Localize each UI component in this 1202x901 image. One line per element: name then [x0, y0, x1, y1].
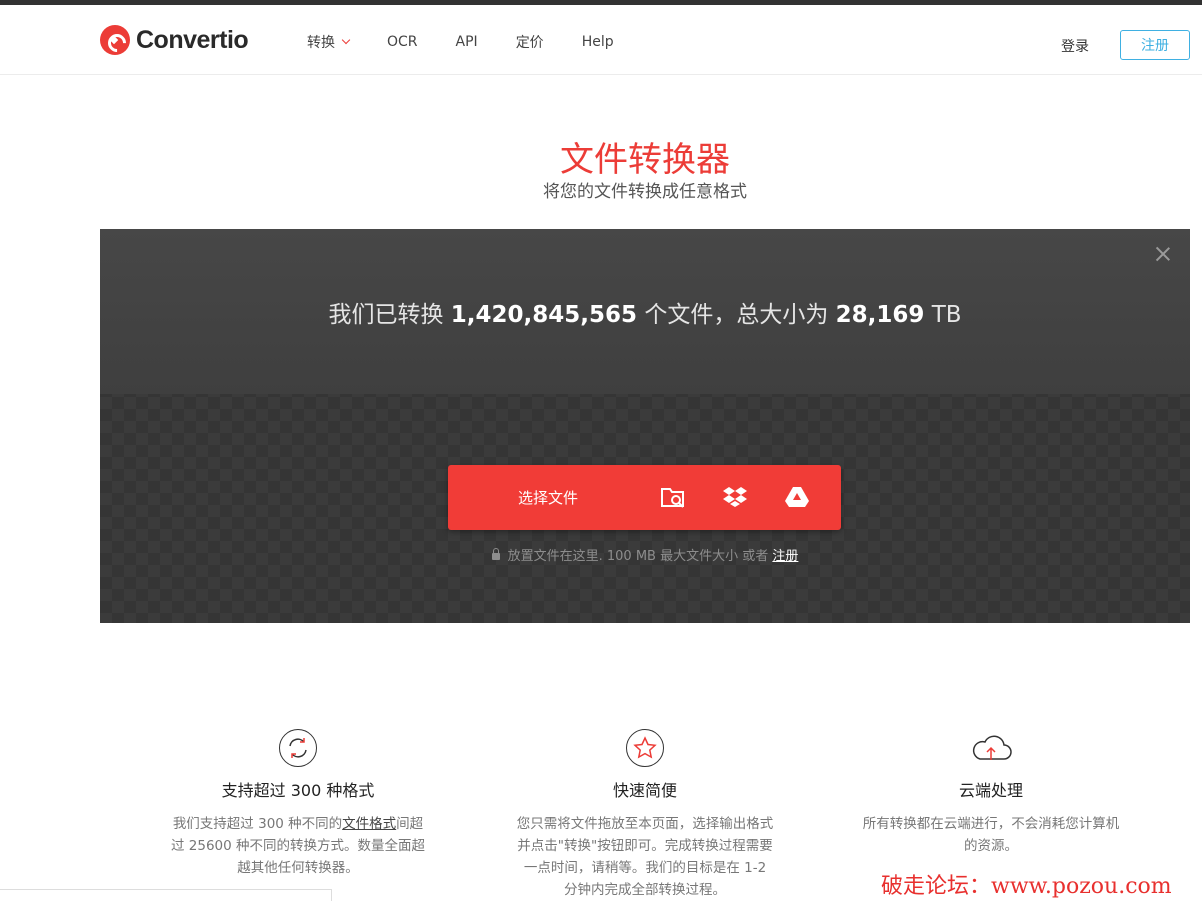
login-link[interactable]: 登录 — [1061, 36, 1089, 56]
feature-cloud: 云端处理 所有转换都在云端进行，不会消耗您计算机的资源。 — [861, 729, 1121, 857]
note-signup-link[interactable]: 注册 — [772, 549, 798, 564]
conversion-stats: 我们已转换 1,420,845,565 个文件，总大小为 28,169 TB — [100, 295, 1190, 329]
stats-prefix: 我们已转换 — [328, 302, 444, 328]
signup-button[interactable]: 注册 — [1120, 30, 1190, 60]
page-subtitle: 将您的文件转换成任意格式 — [543, 182, 747, 202]
note-text: 放置文件在这里. 100 MB 最大文件大小 或者 — [507, 549, 769, 564]
file-formats-link[interactable]: 文件格式 — [342, 816, 396, 832]
feature-text: 您只需将文件拖放至本页面，选择输出格式并点击"转换"按钮即可。完成转换过程需要一… — [516, 816, 774, 898]
feature-title: 支持超过 300 种格式 — [221, 781, 375, 800]
feature-text: 我们支持超过 300 种不同的文件格式间超过 25600 种不同的转换方式。数量… — [168, 813, 428, 879]
main-nav: 转换 OCR API 定价 Help — [307, 32, 652, 52]
google-drive-icon[interactable] — [784, 484, 810, 510]
nav-api[interactable]: API — [456, 32, 478, 52]
feature-formats: 支持超过 300 种格式 我们支持超过 300 种不同的文件格式间超过 2560… — [168, 729, 428, 879]
chevron-down-icon — [341, 35, 351, 45]
folder-search-icon[interactable] — [660, 484, 686, 510]
feature-title: 快速简便 — [612, 781, 677, 800]
feature-text: 所有转换都在云端进行，不会消耗您计算机的资源。 — [862, 816, 1120, 854]
choose-files-label: 选择文件 — [518, 489, 579, 507]
bottom-panel-edge — [0, 889, 332, 901]
file-dropzone[interactable]: 我们已转换 1,420,845,565 个文件，总大小为 28,169 TB 选… — [100, 229, 1190, 623]
dropbox-icon[interactable] — [722, 484, 748, 510]
files-count: 1,420,845,565 — [450, 302, 638, 328]
nav-help[interactable]: Help — [582, 32, 614, 52]
site-header: Convertio 转换 OCR API 定价 Help 登录 注册 — [0, 5, 1202, 75]
size-unit: TB — [931, 302, 962, 328]
dropzone-note: 放置文件在这里. 100 MB 最大文件大小 或者 注册 — [100, 545, 1190, 564]
brand-name: Convertio — [136, 25, 249, 54]
watermark: 破走论坛：www.pozou.com — [881, 874, 1172, 899]
nav-pricing[interactable]: 定价 — [516, 32, 544, 52]
nav-convert-label: 转换 — [307, 35, 335, 51]
nav-convert[interactable]: 转换 — [307, 32, 351, 52]
feature-text-part: 我们支持超过 300 种不同的 — [172, 816, 343, 832]
total-size: 28,169 — [835, 302, 925, 328]
feature-fast: 快速简便 您只需将文件拖放至本页面，选择输出格式并点击"转换"按钮即可。完成转换… — [515, 729, 775, 901]
refresh-icon — [279, 729, 317, 767]
convertio-logo-icon — [100, 25, 130, 55]
lock-icon — [491, 548, 500, 560]
page-title: 文件转换器 — [560, 140, 730, 180]
brand-logo[interactable]: Convertio — [100, 25, 249, 55]
nav-ocr[interactable]: OCR — [387, 32, 418, 52]
star-icon — [626, 729, 664, 767]
close-icon[interactable] — [1154, 245, 1172, 263]
choose-files-button[interactable]: 选择文件 — [448, 465, 841, 530]
feature-title: 云端处理 — [958, 781, 1023, 800]
cloud-upload-icon — [972, 729, 1012, 767]
stats-mid: 个文件，总大小为 — [644, 302, 829, 328]
